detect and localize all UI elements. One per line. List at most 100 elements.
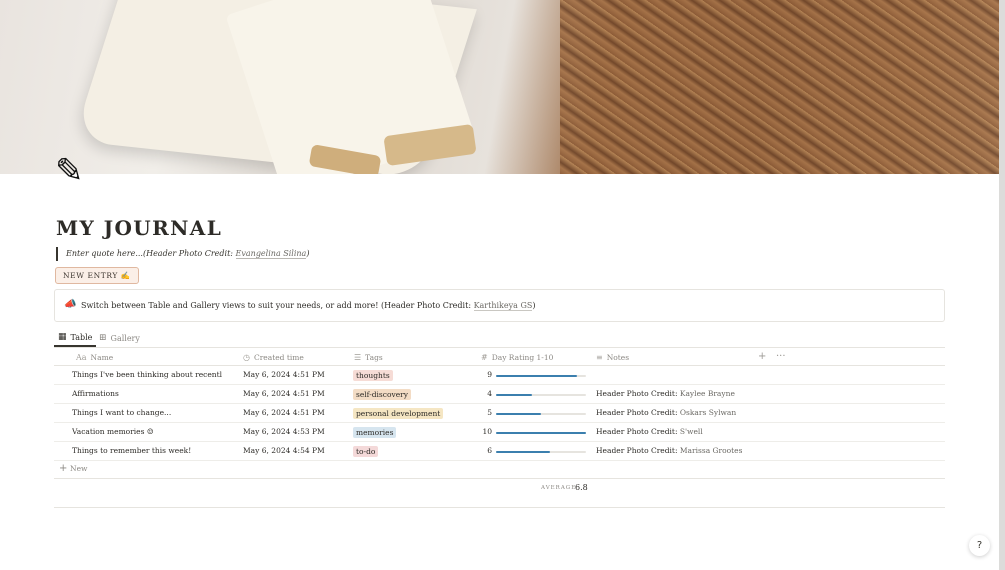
megaphone-icon: 📣 bbox=[64, 299, 77, 310]
notes-credit-author[interactable]: Marissa Grootes bbox=[680, 446, 743, 455]
new-row-label: New bbox=[70, 464, 88, 473]
row-rating: 10 bbox=[482, 427, 492, 436]
table-row[interactable]: Things to remember this week! May 6, 2024… bbox=[54, 442, 945, 461]
page-scrollbar[interactable] bbox=[999, 0, 1005, 570]
row-rating: 4 bbox=[487, 389, 492, 398]
column-header-notes[interactable]: ≡ Notes bbox=[596, 349, 629, 366]
row-created-time: May 6, 2024 4:51 PM bbox=[243, 389, 325, 398]
tab-table-label: Table bbox=[70, 332, 93, 342]
rating-bar bbox=[496, 375, 586, 377]
table-icon: ▦ bbox=[58, 331, 67, 342]
pencil-icon[interactable]: ✎ bbox=[55, 150, 91, 192]
column-label: Day Rating 1-10 bbox=[491, 352, 554, 362]
row-tags[interactable]: self-discovery bbox=[353, 385, 411, 404]
new-row-button[interactable]: + New bbox=[54, 461, 945, 479]
rating-bar-fill bbox=[496, 413, 541, 415]
plus-icon: + bbox=[59, 463, 68, 474]
callout-body: Switch between Table and Gallery views t… bbox=[81, 301, 474, 310]
column-header-created[interactable]: ◷ Created time bbox=[243, 349, 304, 366]
lines-icon: ≡ bbox=[596, 352, 603, 362]
notes-credit-author[interactable]: Kaylee Brayne bbox=[680, 389, 735, 398]
column-header-rating[interactable]: # Day Rating 1-10 bbox=[481, 349, 553, 366]
tab-gallery-label: Gallery bbox=[110, 333, 140, 343]
help-button[interactable]: ? bbox=[969, 535, 990, 556]
tag-badge: thoughts bbox=[353, 370, 393, 381]
quote-end: ) bbox=[306, 249, 310, 258]
table-row[interactable]: Things I've been thinking about recently… bbox=[54, 366, 945, 385]
rating-bar bbox=[496, 432, 586, 434]
rating-bar bbox=[496, 451, 586, 453]
page-title: MY JOURNAL bbox=[56, 216, 223, 240]
notes-credit-author[interactable]: Oskars Sylwan bbox=[680, 408, 736, 417]
list-icon: ☰ bbox=[354, 352, 362, 362]
column-label: Tags bbox=[365, 352, 383, 362]
divider bbox=[54, 507, 945, 508]
quote-text: Enter quote here...(Header Photo Credit: bbox=[66, 249, 236, 258]
view-tabs: ▦ Table ⊞ Gallery bbox=[54, 326, 945, 348]
row-tags[interactable]: memories bbox=[353, 423, 397, 442]
column-label: Created time bbox=[253, 352, 304, 362]
row-name[interactable]: Things I want to change... bbox=[72, 404, 222, 423]
add-column-icon[interactable]: + bbox=[758, 352, 766, 362]
row-notes[interactable]: Header Photo Credit: Oskars Sylwan bbox=[596, 404, 736, 423]
callout-end: ) bbox=[532, 301, 536, 310]
table-row[interactable]: Things I want to change... May 6, 2024 4:… bbox=[54, 404, 945, 423]
cover-basket bbox=[560, 0, 999, 174]
row-created-time: May 6, 2024 4:53 PM bbox=[243, 427, 325, 436]
tag-badge: memories bbox=[353, 427, 397, 438]
notes-credit-author[interactable]: S'well bbox=[680, 427, 703, 436]
table-row[interactable]: Affirmations May 6, 2024 4:51 PM self-disc… bbox=[54, 385, 945, 404]
tag-badge: self-discovery bbox=[353, 389, 411, 400]
average-value: 6.8 bbox=[575, 483, 588, 492]
rating-bar bbox=[496, 413, 586, 415]
row-created-time: May 6, 2024 4:51 PM bbox=[243, 408, 325, 417]
notes-credit-text: Header Photo Credit: bbox=[596, 389, 680, 398]
tab-table[interactable]: ▦ Table bbox=[54, 329, 97, 347]
row-created-time: May 6, 2024 4:51 PM bbox=[243, 370, 325, 379]
clock-icon: ◷ bbox=[243, 352, 250, 362]
callout-text: Switch between Table and Gallery views t… bbox=[81, 300, 535, 312]
row-rating: 6 bbox=[487, 446, 492, 455]
row-name[interactable]: Things to remember this week! bbox=[72, 442, 222, 461]
callout-credit-link[interactable]: Karthikeya GS bbox=[473, 301, 533, 311]
rating-bar-fill bbox=[496, 394, 532, 396]
cover-image bbox=[0, 0, 999, 174]
row-tags[interactable]: to-do bbox=[353, 442, 379, 461]
row-name[interactable]: Affirmations bbox=[72, 385, 222, 404]
column-label: Notes bbox=[606, 352, 630, 362]
tab-gallery[interactable]: ⊞ Gallery bbox=[95, 329, 144, 347]
row-tags[interactable]: personal development bbox=[353, 404, 444, 423]
table-header: Aa Name ◷ Created time ☰ Tags # Day Rati… bbox=[54, 349, 945, 366]
row-rating: 5 bbox=[487, 408, 492, 417]
table-row[interactable]: Vacation memories ☺ May 6, 2024 4:53 PM me… bbox=[54, 423, 945, 442]
rating-bar-fill bbox=[496, 451, 550, 453]
row-created-time: May 6, 2024 4:54 PM bbox=[243, 446, 325, 455]
new-entry-button[interactable]: NEW ENTRY ✍ bbox=[55, 267, 139, 284]
row-name[interactable]: Things I've been thinking about recently… bbox=[72, 366, 222, 385]
row-name[interactable]: Vacation memories ☺ bbox=[72, 423, 222, 442]
column-header-name[interactable]: Aa Name bbox=[76, 349, 113, 366]
scrollbar-thumb[interactable] bbox=[999, 0, 1005, 570]
row-rating: 9 bbox=[487, 370, 492, 379]
notes-credit-text: Header Photo Credit: bbox=[596, 427, 680, 436]
text-icon: Aa bbox=[76, 352, 87, 362]
notes-credit-text: Header Photo Credit: bbox=[596, 446, 680, 455]
gallery-icon: ⊞ bbox=[99, 332, 107, 343]
row-notes[interactable]: Header Photo Credit: Marissa Grootes bbox=[596, 442, 742, 461]
hash-icon: # bbox=[481, 352, 488, 362]
column-label: Name bbox=[90, 352, 114, 362]
column-header-tags[interactable]: ☰ Tags bbox=[354, 349, 383, 366]
quote-block: Enter quote here...(Header Photo Credit:… bbox=[56, 247, 309, 261]
row-notes[interactable]: Header Photo Credit: Kaylee Brayne bbox=[596, 385, 735, 404]
tag-badge: personal development bbox=[353, 408, 444, 419]
rating-bar-fill bbox=[496, 375, 577, 377]
row-tags[interactable]: thoughts bbox=[353, 366, 393, 385]
tag-badge: to-do bbox=[353, 446, 379, 457]
rating-bar-fill bbox=[496, 432, 586, 434]
rating-bar bbox=[496, 394, 586, 396]
callout: 📣 Switch between Table and Gallery views… bbox=[54, 289, 945, 322]
quote-credit-link[interactable]: Evangelina Silina bbox=[235, 249, 307, 259]
row-notes[interactable]: Header Photo Credit: S'well bbox=[596, 423, 703, 442]
notes-credit-text: Header Photo Credit: bbox=[596, 408, 680, 417]
more-options-icon[interactable]: ··· bbox=[776, 352, 786, 362]
